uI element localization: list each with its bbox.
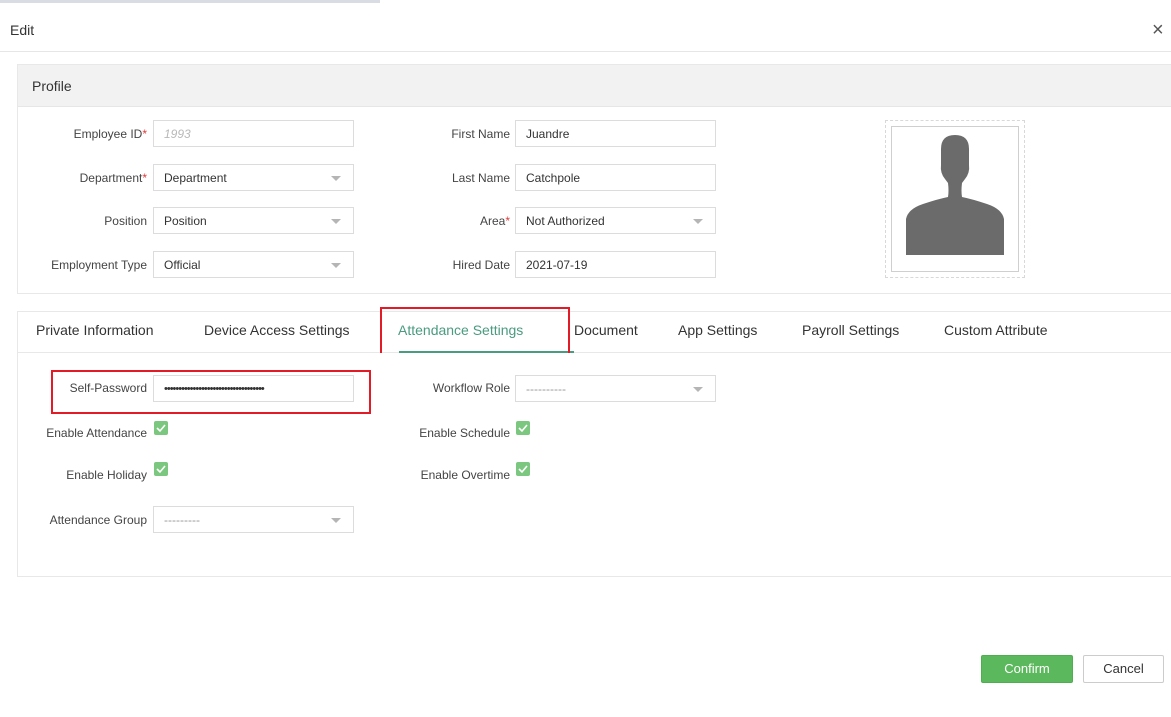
dialog-header: Edit ×	[0, 12, 1171, 52]
area-label: Area*	[479, 214, 510, 228]
check-icon	[156, 465, 166, 474]
tab-bar: Private Information Device Access Settin…	[17, 311, 1171, 353]
first-name-input[interactable]: Juandre	[515, 120, 716, 147]
enable-overtime-checkbox[interactable]	[516, 462, 530, 476]
hired-date-input[interactable]: 2021-07-19	[515, 251, 716, 278]
employee-id-label: Employee ID*	[73, 127, 147, 141]
last-name-label: Last Name	[451, 171, 510, 185]
tab-payroll-settings[interactable]: Payroll Settings	[802, 322, 899, 338]
dialog-title: Edit	[10, 22, 35, 38]
workflow-role-select[interactable]: ----------	[515, 375, 716, 402]
last-name-input[interactable]: Catchpole	[515, 164, 716, 191]
enable-overtime-label: Enable Overtime	[420, 468, 510, 482]
window-top-strip	[0, 0, 1171, 8]
employment-type-select[interactable]: Official	[153, 251, 354, 278]
self-password-input[interactable]: •••••••••••••••••••••••••••••••••••	[153, 375, 354, 402]
department-select[interactable]: Department	[153, 164, 354, 191]
tab-private-information[interactable]: Private Information	[36, 322, 154, 338]
top-strip-segment	[0, 0, 380, 3]
position-label: Position	[104, 214, 147, 228]
hired-date-label: Hired Date	[452, 258, 510, 272]
employment-type-label: Employment Type	[51, 258, 147, 272]
tab-app-settings[interactable]: App Settings	[678, 322, 757, 338]
enable-holiday-checkbox[interactable]	[154, 462, 168, 476]
workflow-role-label: Workflow Role	[432, 381, 510, 395]
attendance-group-select[interactable]: ---------	[153, 506, 354, 533]
attendance-group-label: Attendance Group	[49, 513, 147, 527]
position-select[interactable]: Position	[153, 207, 354, 234]
enable-attendance-checkbox[interactable]	[154, 421, 168, 435]
profile-header: Profile	[18, 65, 1171, 107]
self-password-label: Self-Password	[69, 381, 147, 395]
tab-document[interactable]: Document	[574, 322, 638, 338]
avatar-silhouette	[906, 135, 1004, 255]
profile-header-label: Profile	[32, 78, 72, 94]
department-label: Department*	[79, 171, 147, 185]
avatar-placeholder-icon	[891, 126, 1019, 272]
enable-schedule-label: Enable Schedule	[419, 426, 510, 440]
close-icon[interactable]: ×	[1152, 20, 1164, 40]
enable-holiday-label: Enable Holiday	[66, 468, 147, 482]
check-icon	[518, 424, 528, 433]
enable-attendance-label: Enable Attendance	[46, 426, 147, 440]
tab-custom-attribute[interactable]: Custom Attribute	[944, 322, 1048, 338]
cancel-button[interactable]: Cancel	[1083, 655, 1164, 683]
check-icon	[518, 465, 528, 474]
tab-attendance-settings[interactable]: Attendance Settings	[398, 322, 523, 338]
enable-schedule-checkbox[interactable]	[516, 421, 530, 435]
area-select[interactable]: Not Authorized	[515, 207, 716, 234]
check-icon	[156, 424, 166, 433]
first-name-label: First Name	[451, 127, 510, 141]
employee-id-input[interactable]: 1993	[153, 120, 354, 147]
confirm-button[interactable]: Confirm	[981, 655, 1073, 683]
photo-frame[interactable]	[885, 120, 1025, 278]
tab-device-access-settings[interactable]: Device Access Settings	[204, 322, 350, 338]
